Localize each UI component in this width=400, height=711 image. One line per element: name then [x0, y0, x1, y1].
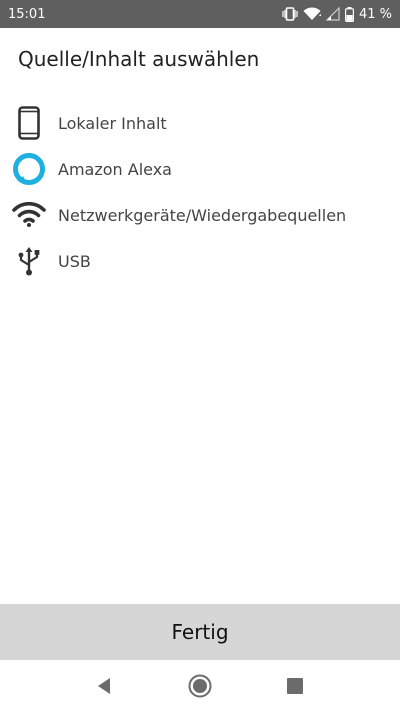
nav-bar: [0, 660, 400, 711]
source-item-usb[interactable]: USB: [0, 238, 400, 284]
source-label-local: Lokaler Inhalt: [58, 113, 167, 133]
vibrate-icon: [282, 7, 298, 21]
status-time: 15:01: [8, 6, 46, 22]
source-item-local[interactable]: Lokaler Inhalt: [0, 100, 400, 146]
source-label-network: Netzwerkgeräte/Wiedergabequellen: [58, 205, 347, 225]
source-item-network[interactable]: Netzwerkgeräte/Wiedergabequellen: [0, 192, 400, 238]
signal-icon: [325, 7, 340, 21]
source-label-alexa: Amazon Alexa: [58, 159, 172, 179]
source-list: Lokaler Inhalt Amazon Alexa Netzwerkgerä…: [0, 100, 400, 284]
done-button[interactable]: Fertig: [0, 604, 400, 660]
status-icons: 41 %: [282, 6, 392, 22]
alexa-icon: [12, 152, 46, 186]
source-item-alexa[interactable]: Amazon Alexa: [0, 146, 400, 192]
status-bar: 15:01 41 %: [0, 0, 400, 28]
phone-icon: [12, 106, 46, 140]
dialog-title: Quelle/Inhalt auswählen: [18, 47, 260, 71]
home-icon[interactable]: [188, 674, 212, 698]
usb-icon: [12, 244, 46, 278]
wifi-icon: [303, 7, 321, 21]
network-wifi-icon: [12, 198, 46, 232]
battery-percent: 41 %: [358, 6, 392, 22]
source-label-usb: USB: [58, 251, 91, 271]
recents-icon[interactable]: [283, 674, 307, 698]
back-icon[interactable]: [92, 674, 116, 698]
battery-icon: [344, 6, 354, 22]
